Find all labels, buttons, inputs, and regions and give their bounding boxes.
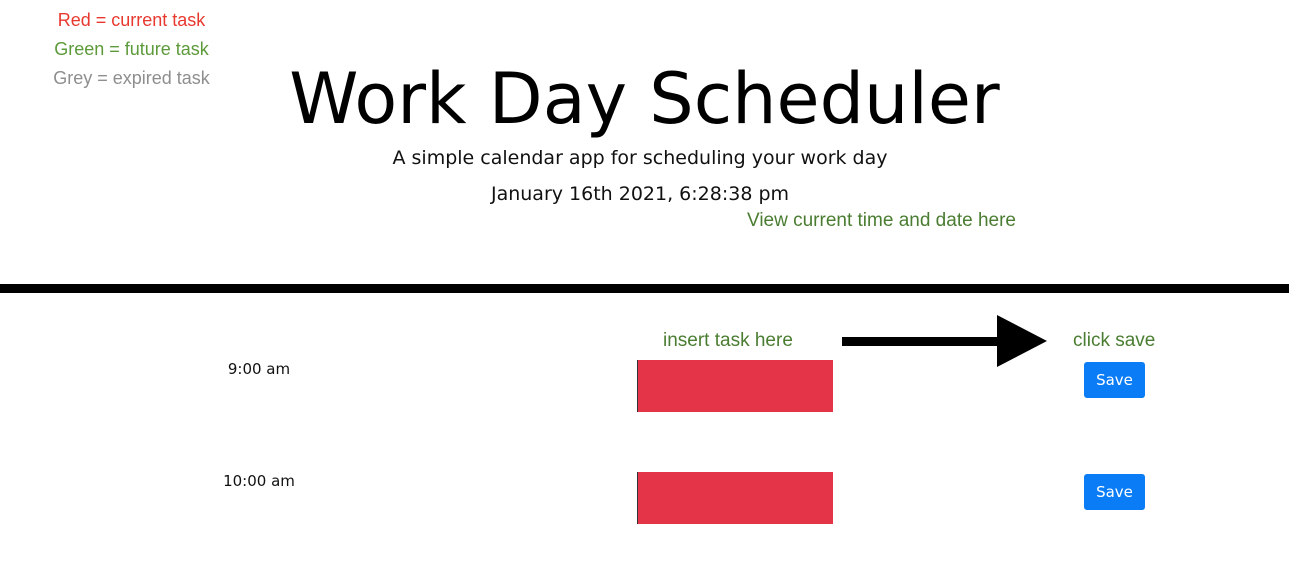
time-block-10am: 10:00 am Save: [0, 472, 1289, 524]
annotation-save-note: click save: [1073, 330, 1156, 351]
legend-current: Red = current task: [57, 10, 206, 30]
page-subtitle: A simple calendar app for scheduling you…: [392, 147, 888, 169]
current-datetime: January 16th 2021, 6:28:38 pm: [490, 183, 790, 205]
save-button-10am[interactable]: Save: [1084, 474, 1145, 510]
annotation-time-note: View current time and date here: [747, 210, 1016, 231]
time-block-9am: 9:00 am Save: [0, 360, 1289, 412]
annotation-insert-note: insert task here: [663, 330, 793, 351]
page-title: Work Day Scheduler: [289, 58, 1000, 140]
task-input-10am[interactable]: [637, 472, 833, 524]
hour-label: 9:00 am: [227, 360, 291, 378]
task-input-9am[interactable]: [637, 360, 833, 412]
save-button-9am[interactable]: Save: [1084, 362, 1145, 398]
hour-label: 10:00 am: [223, 472, 295, 490]
header-divider: [0, 284, 1289, 293]
